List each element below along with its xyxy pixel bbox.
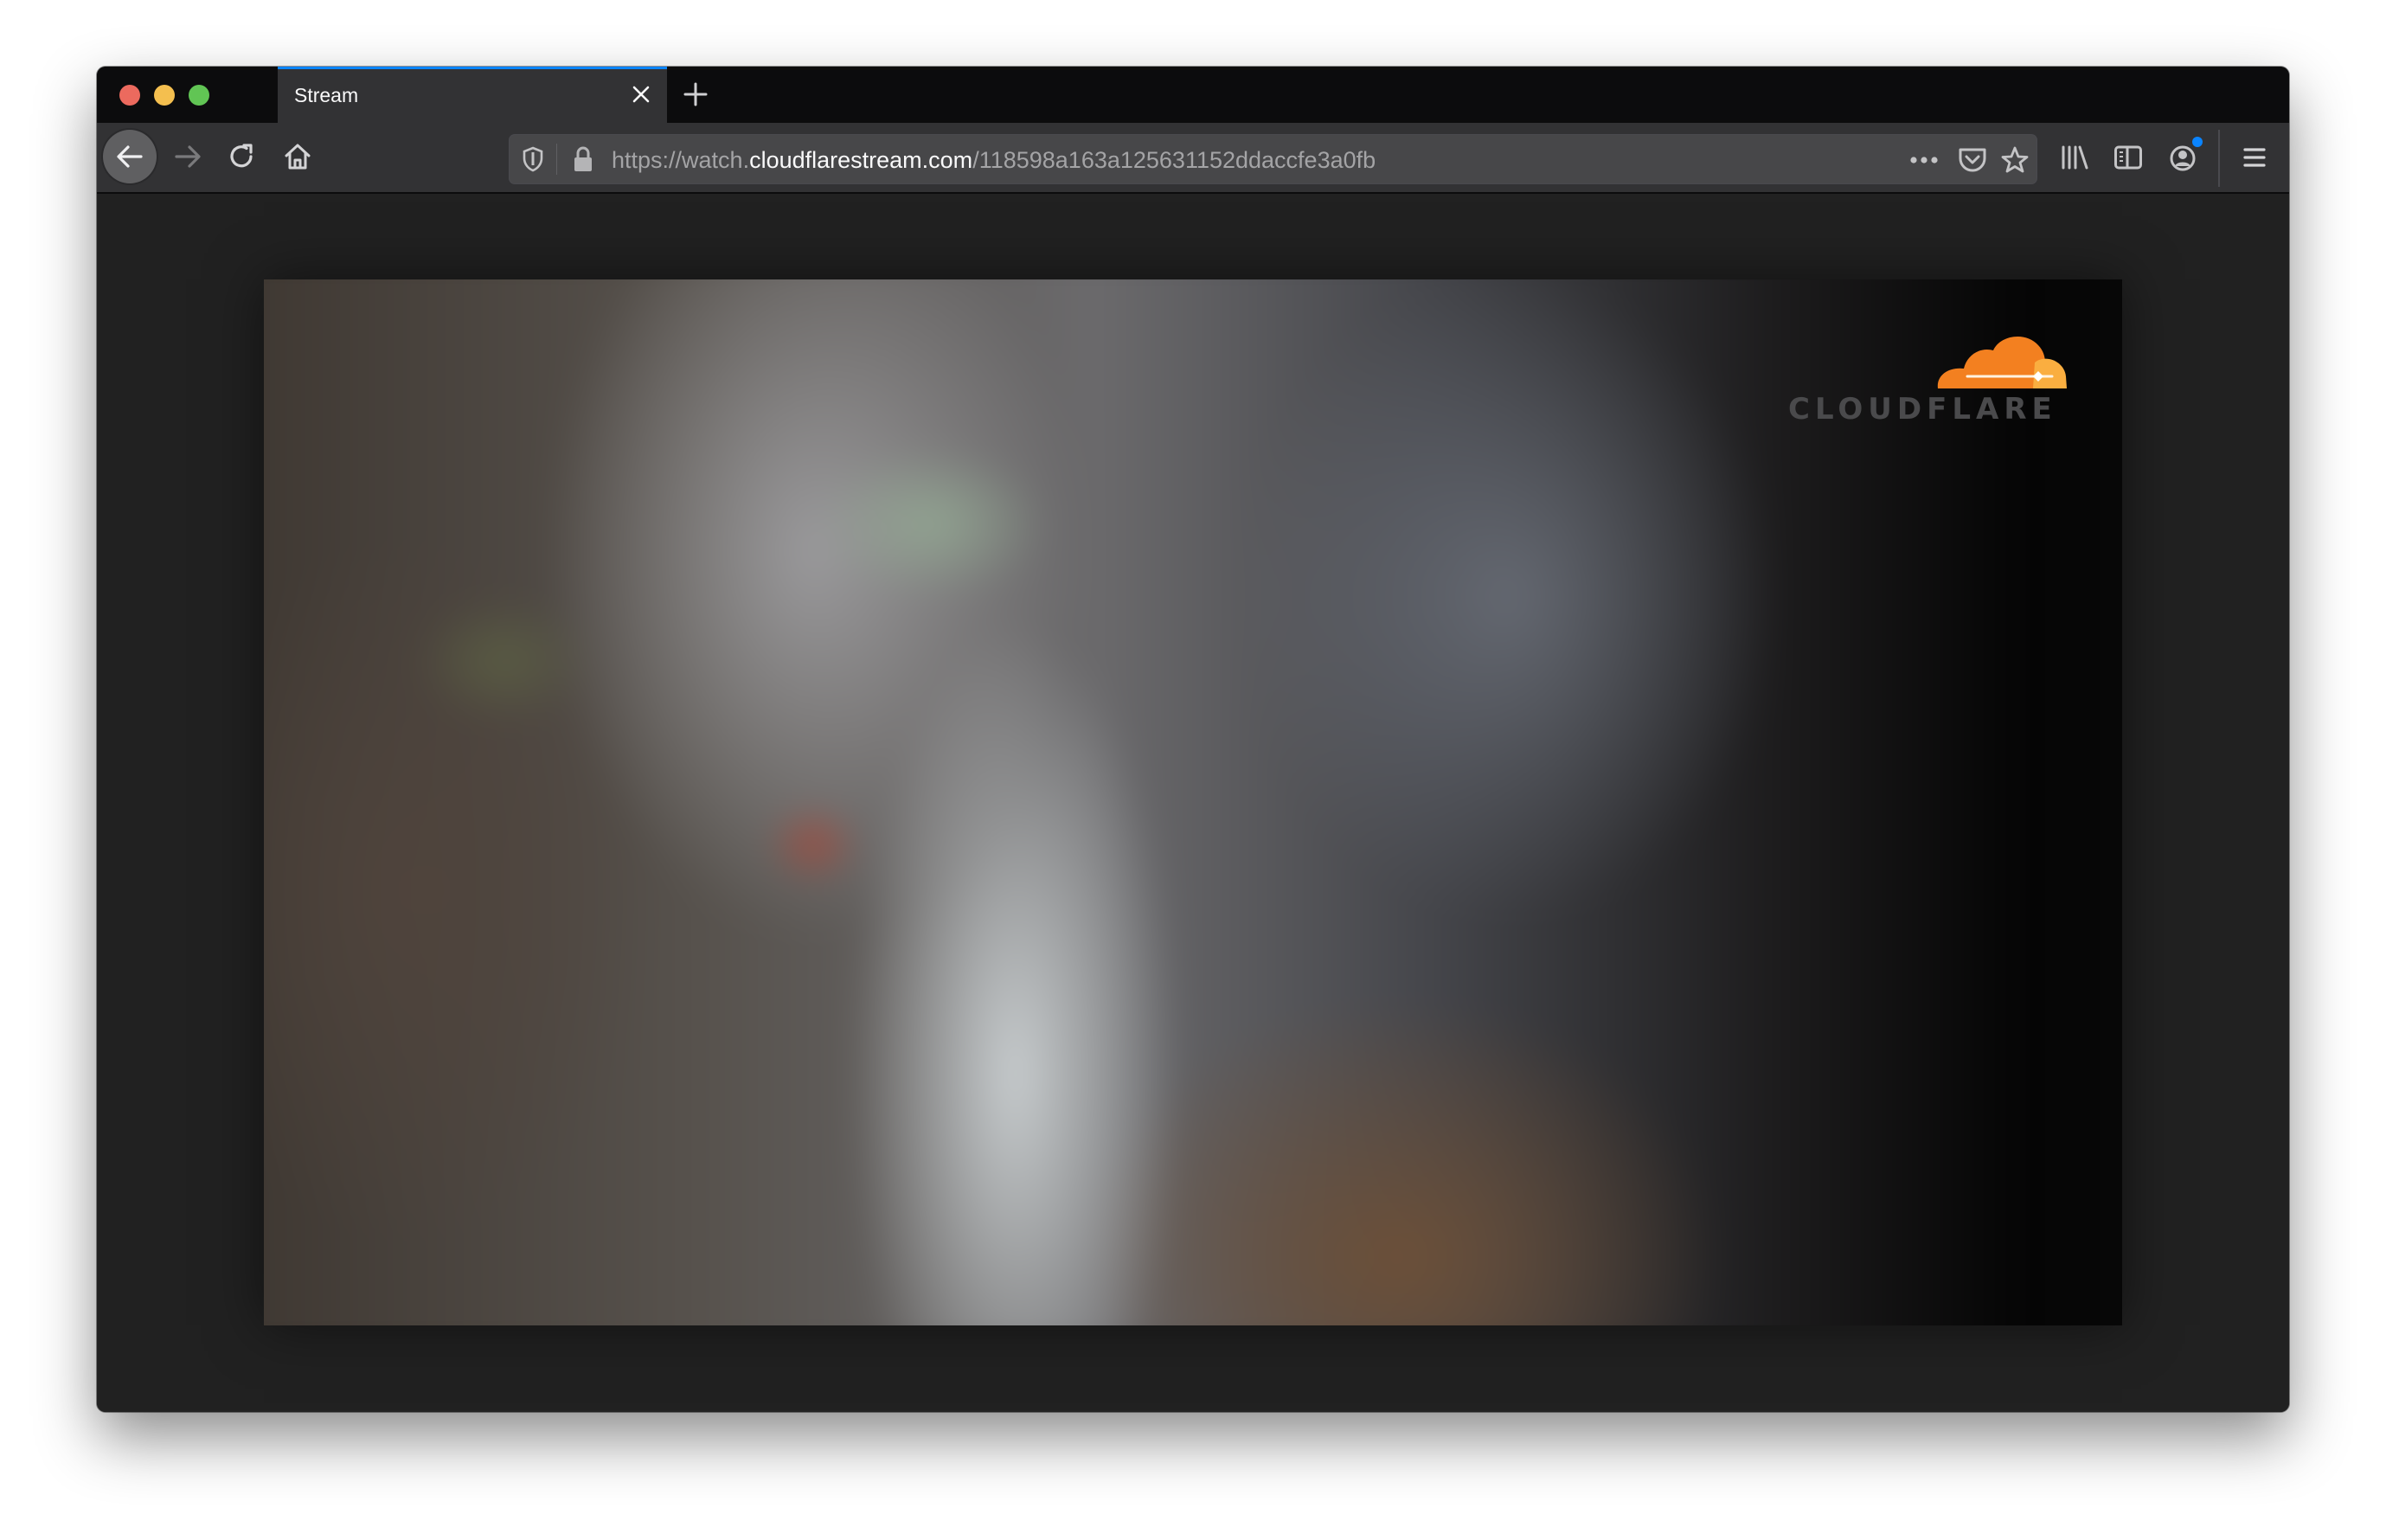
video-frame xyxy=(264,279,2122,1325)
url-text[interactable]: https://watch.cloudflarestream.com/11859… xyxy=(612,147,1376,174)
cloudflare-logo: CLOUDFLARE xyxy=(1788,328,2074,432)
home-button[interactable] xyxy=(271,130,324,183)
toolbar-separator xyxy=(2218,130,2220,187)
window-zoom-button[interactable] xyxy=(189,85,209,106)
tab-title: Stream xyxy=(294,84,359,106)
cloud-icon xyxy=(1937,336,2067,388)
library-icon[interactable] xyxy=(2056,138,2094,176)
url-scheme: https://watch. xyxy=(612,147,750,173)
reload-button[interactable] xyxy=(215,130,269,183)
sidebar-icon[interactable] xyxy=(2109,138,2147,176)
back-button[interactable] xyxy=(103,130,157,183)
hamburger-menu-icon[interactable] xyxy=(2235,138,2274,176)
forward-button[interactable] xyxy=(161,130,215,183)
window-close-button[interactable] xyxy=(119,85,140,106)
url-separator xyxy=(556,144,557,175)
notification-badge xyxy=(2192,137,2203,147)
url-path: /118598a163a125631152ddaccfe3a0fb xyxy=(972,147,1376,173)
new-tab-button[interactable] xyxy=(678,77,713,112)
pocket-icon[interactable] xyxy=(1957,144,1988,176)
home-icon xyxy=(285,144,311,170)
window-minimize-button[interactable] xyxy=(154,85,175,106)
arrow-left-icon xyxy=(117,145,143,168)
account-icon[interactable] xyxy=(2165,137,2203,176)
nav-toolbar: https://watch.cloudflarestream.com/11859… xyxy=(97,123,2289,194)
close-icon[interactable] xyxy=(627,80,655,108)
url-bar[interactable]: https://watch.cloudflarestream.com/11859… xyxy=(510,135,2036,183)
plus-icon xyxy=(683,82,708,106)
lock-icon[interactable] xyxy=(572,145,594,177)
tab-stream[interactable]: Stream xyxy=(278,67,667,123)
star-icon[interactable] xyxy=(1993,144,2036,176)
shield-icon[interactable] xyxy=(522,146,544,176)
page-content: CLOUDFLARE xyxy=(97,194,2289,1412)
arrow-right-icon xyxy=(175,145,201,168)
url-host: cloudflarestream.com xyxy=(749,147,973,173)
cloudflare-wordmark: CLOUDFLARE xyxy=(1788,392,2057,427)
more-horizontal-icon[interactable] xyxy=(1908,144,1940,176)
browser-window: Stream https://watch.cloudflarestream.co… xyxy=(97,67,2289,1412)
tab-bar: Stream xyxy=(97,67,2289,123)
video-player[interactable]: CLOUDFLARE xyxy=(264,279,2122,1325)
reload-icon xyxy=(230,144,253,168)
